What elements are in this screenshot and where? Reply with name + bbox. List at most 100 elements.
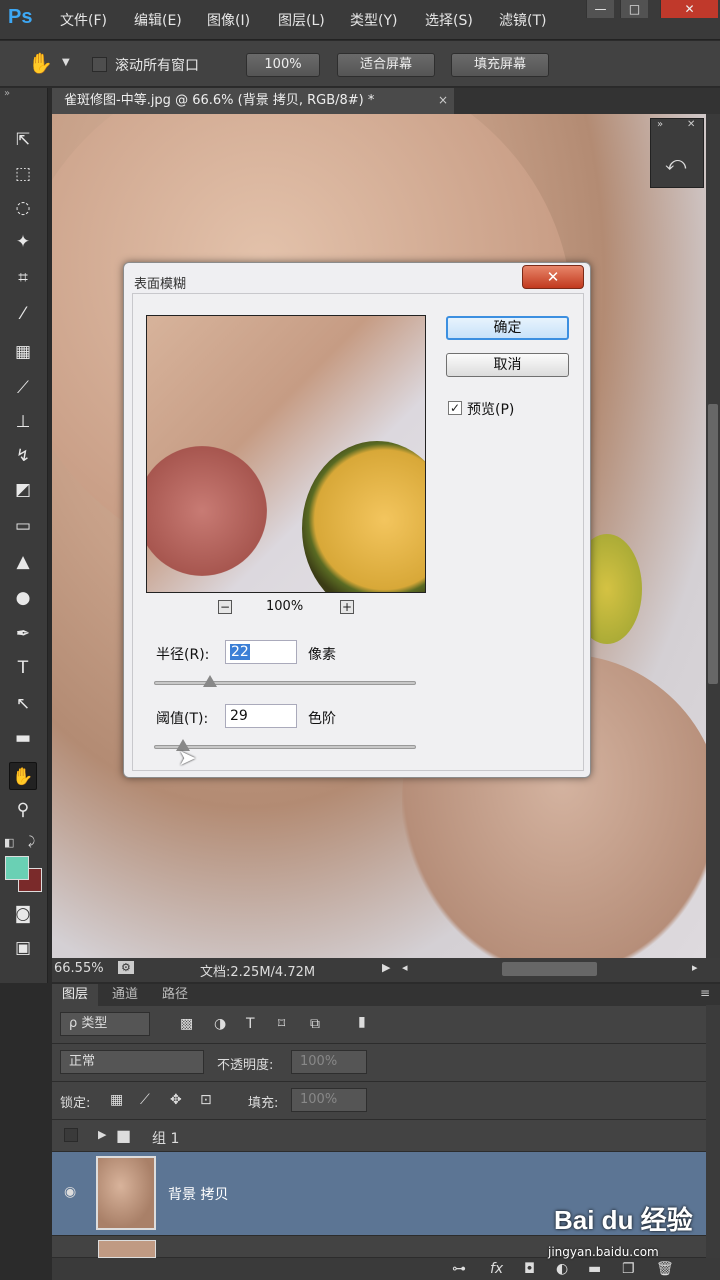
eraser-tool-icon[interactable]: ◩ xyxy=(9,476,37,504)
layer-kind-filter[interactable]: ρ 类型 xyxy=(60,1012,150,1036)
tab-channels[interactable]: 通道 xyxy=(102,984,148,1006)
status-badge-icon: ⚙ xyxy=(118,961,134,974)
mini-panel-collapse-icon[interactable]: » xyxy=(657,119,663,130)
preview-checkbox[interactable]: ✓ xyxy=(448,401,462,415)
marquee-tool-icon[interactable]: ⬚ xyxy=(9,160,37,188)
document-tab[interactable]: 雀斑修图-中等.jpg @ 66.6% (背景 拷贝, RGB/8#) * xyxy=(52,88,454,114)
lock-all-icon[interactable]: ⊡ xyxy=(200,1092,212,1108)
cancel-button[interactable]: 取消 xyxy=(446,353,569,377)
brush-tool-icon[interactable]: ⟋ xyxy=(9,374,37,402)
layers-scrollbar[interactable] xyxy=(706,1005,720,1258)
tab-layers[interactable]: 图层 xyxy=(52,984,99,1006)
minimize-button[interactable]: — xyxy=(586,0,614,18)
zoom-in-button[interactable]: + xyxy=(340,600,354,614)
default-colors-icon[interactable]: ◧ xyxy=(4,836,14,849)
scroll-all-checkbox[interactable] xyxy=(92,57,107,72)
zoom-out-button[interactable]: − xyxy=(218,600,232,614)
menu-edit[interactable]: 编辑(E) xyxy=(134,10,182,30)
foreground-color-swatch[interactable] xyxy=(5,856,29,880)
tab-paths[interactable]: 路径 xyxy=(152,984,198,1006)
fill-screen-button[interactable]: 填充屏幕 xyxy=(451,53,549,77)
gradient-tool-icon[interactable]: ▭ xyxy=(9,512,37,540)
lock-image-icon[interactable]: ⟋ xyxy=(140,1092,150,1108)
lasso-tool-icon[interactable]: ◌ xyxy=(9,194,37,222)
path-selection-tool-icon[interactable]: ↖ xyxy=(9,690,37,718)
filter-smart-object-icon[interactable]: ⧉ xyxy=(310,1016,320,1032)
shape-tool-icon[interactable]: ▬ xyxy=(9,724,37,752)
history-brush-tool-icon[interactable]: ↯ xyxy=(9,442,37,470)
lock-transparent-icon[interactable]: ▦ xyxy=(110,1092,123,1108)
crop-tool-icon[interactable]: ⌗ xyxy=(9,264,37,292)
horizontal-scroll-thumb[interactable] xyxy=(502,962,597,976)
lock-position-icon[interactable]: ✥ xyxy=(170,1092,182,1108)
dodge-tool-icon[interactable]: ● xyxy=(9,584,37,612)
expand-arrow-icon[interactable]: ▶ xyxy=(98,1128,106,1141)
type-tool-icon[interactable]: T xyxy=(9,654,37,682)
history-panel-icon[interactable]: ⤺ xyxy=(665,151,686,175)
menu-file[interactable]: 文件(F) xyxy=(60,10,107,30)
zoom-tool-icon[interactable]: ⚲ xyxy=(9,796,37,824)
zoom-level[interactable]: 66.55% xyxy=(54,961,104,976)
filter-preview[interactable] xyxy=(146,315,426,593)
preview-fruit-shape xyxy=(302,441,425,592)
blend-mode-select[interactable]: 正常 xyxy=(60,1050,204,1074)
menu-filter[interactable]: 滤镜(T) xyxy=(499,10,546,30)
swap-colors-icon[interactable]: ⤸ xyxy=(28,834,35,849)
magic-wand-tool-icon[interactable]: ✦ xyxy=(9,228,37,256)
canvas-vertical-scrollbar[interactable] xyxy=(706,114,720,958)
radius-input[interactable]: 22 xyxy=(225,640,297,664)
screen-mode-icon[interactable]: ▣ xyxy=(9,934,37,962)
healing-brush-tool-icon[interactable]: ▦ xyxy=(9,338,37,366)
maximize-button[interactable]: □ xyxy=(620,0,648,18)
filter-shape-icon[interactable]: ⌑ xyxy=(278,1016,285,1032)
add-mask-icon[interactable]: ◘ xyxy=(524,1261,535,1277)
quick-mask-icon[interactable]: ◙ xyxy=(9,900,37,928)
opacity-input[interactable]: 100% xyxy=(291,1050,367,1074)
fit-screen-button[interactable]: 适合屏幕 xyxy=(337,53,435,77)
zoom-100-button[interactable]: 100% xyxy=(246,53,320,77)
status-menu-arrow-icon[interactable]: ▶ xyxy=(382,961,390,974)
radius-slider-thumb[interactable] xyxy=(203,675,217,687)
layer-group-row[interactable]: ▶ ■ 组 1 xyxy=(52,1120,706,1152)
blur-tool-icon[interactable]: ▲ xyxy=(9,548,37,576)
eye-icon[interactable]: ◉ xyxy=(64,1184,76,1200)
clone-stamp-tool-icon[interactable]: ⊥ xyxy=(9,408,37,436)
filter-type-icon[interactable]: T xyxy=(246,1016,255,1032)
close-window-button[interactable]: ✕ xyxy=(660,0,718,18)
pen-tool-icon[interactable]: ✒ xyxy=(9,620,37,648)
layer-style-fx-icon[interactable]: fx xyxy=(490,1261,503,1277)
menu-layer[interactable]: 图层(L) xyxy=(278,10,325,30)
hand-tool-active-icon[interactable]: ✋ xyxy=(9,762,37,790)
scroll-right-icon[interactable]: ▸ xyxy=(692,961,698,974)
filter-pixel-icon[interactable]: ▩ xyxy=(180,1016,193,1032)
vertical-scroll-thumb[interactable] xyxy=(708,404,718,684)
link-layers-icon[interactable]: ⊶ xyxy=(452,1261,466,1277)
threshold-input[interactable]: 29 xyxy=(225,704,297,728)
new-group-icon[interactable]: ▬ xyxy=(588,1261,601,1277)
group-visibility-toggle[interactable] xyxy=(64,1128,78,1142)
threshold-value: 29 xyxy=(230,708,248,724)
eyedropper-tool-icon[interactable]: ⁄ xyxy=(9,300,37,328)
document-close-icon[interactable]: × xyxy=(438,93,448,107)
mini-panel-close-icon[interactable]: ✕ xyxy=(687,119,695,130)
adjustment-layer-icon[interactable]: ◐ xyxy=(556,1261,568,1277)
hand-tool-icon[interactable]: ✋ xyxy=(28,51,53,75)
filter-adjustment-icon[interactable]: ◑ xyxy=(214,1016,226,1032)
fill-input[interactable]: 100% xyxy=(291,1088,367,1112)
filter-toggle-icon[interactable]: ▮ xyxy=(358,1014,366,1030)
preview-lips-shape xyxy=(147,446,267,576)
panel-collapse-icon[interactable]: » xyxy=(4,88,10,99)
layers-panel-tabs: 图层 通道 路径 ≡ xyxy=(52,984,720,1006)
menu-image[interactable]: 图像(I) xyxy=(207,10,250,30)
dialog-close-button[interactable]: ✕ xyxy=(522,265,584,289)
delete-layer-icon[interactable]: 🗑 xyxy=(656,1261,674,1277)
scroll-left-icon[interactable]: ◂ xyxy=(402,961,408,974)
radius-slider-track[interactable] xyxy=(154,681,416,685)
ok-button[interactable]: 确定 xyxy=(446,316,569,340)
move-tool-icon[interactable]: ⇱ xyxy=(9,126,37,154)
tool-preset-chevron-icon[interactable]: ▼ xyxy=(62,57,70,68)
menu-select[interactable]: 选择(S) xyxy=(425,10,473,30)
menu-type[interactable]: 类型(Y) xyxy=(350,10,397,30)
panel-menu-icon[interactable]: ≡ xyxy=(700,986,710,1000)
new-layer-icon[interactable]: ❐ xyxy=(622,1261,635,1277)
